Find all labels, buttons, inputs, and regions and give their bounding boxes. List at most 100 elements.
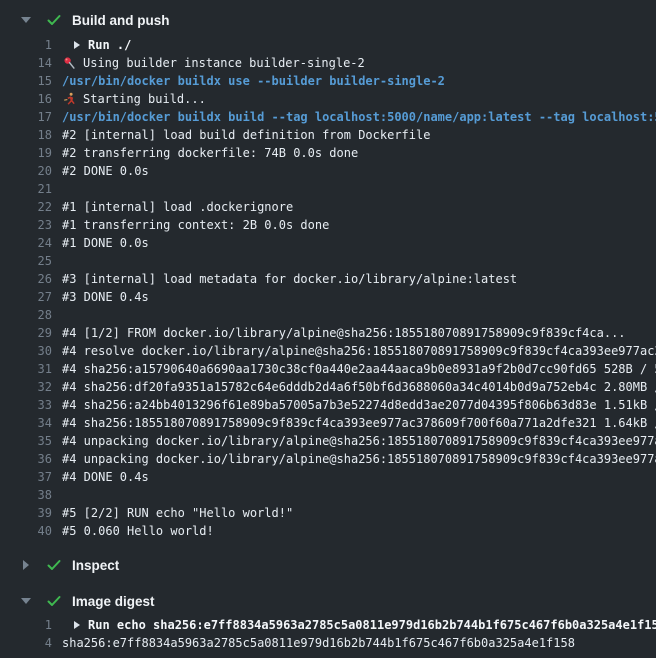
line-number[interactable]: 36 [0,450,52,468]
line-number[interactable]: 29 [0,324,52,342]
section-log-lines: 1 Run echo sha256:e7ff8834a5963a2785c5a08… [0,616,656,656]
line-content: #4 unpacking docker.io/library/alpine@sh… [52,432,656,450]
log-text: #1 DONE 0.0s [62,234,149,252]
log-text: #2 transferring dockerfile: 74B 0.0s don… [62,144,358,162]
line-number[interactable]: 24 [0,234,52,252]
line-number[interactable]: 17 [0,108,52,126]
line-content: Starting build... [52,90,656,108]
log-text: #4 unpacking docker.io/library/alpine@sh… [62,432,656,450]
chevron-down-icon[interactable] [20,595,32,607]
log-text: #2 [internal] load build definition from… [62,126,430,144]
line-number[interactable]: 1 [0,36,52,54]
log-line: 24 #1 DONE 0.0s [0,234,656,252]
section-title: Image digest [72,594,155,609]
log-text: /usr/bin/docker buildx build --tag local… [62,108,656,126]
log-line: 25 [0,252,656,270]
line-number[interactable]: 21 [0,180,52,198]
line-number[interactable]: 35 [0,432,52,450]
line-content: #2 DONE 0.0s [52,162,656,180]
line-content: #4 resolve docker.io/library/alpine@sha2… [52,342,656,360]
line-number[interactable]: 30 [0,342,52,360]
line-number[interactable]: 18 [0,126,52,144]
log-text: #4 resolve docker.io/library/alpine@sha2… [62,342,656,360]
line-number[interactable]: 20 [0,162,52,180]
log-line: 20#2 DONE 0.0s [0,162,656,180]
line-number[interactable]: 23 [0,216,52,234]
line-content: #1 [internal] load .dockerignore [52,198,656,216]
line-content: #5 0.060 Hello world! [52,522,656,540]
line-number[interactable]: 33 [0,396,52,414]
log-line: 18 #2 [internal] load build definition fr… [0,126,656,144]
line-number[interactable]: 37 [0,468,52,486]
log-line: 32 #4 sha256:df20fa9351a15782c64e6dddb2d4… [0,378,656,396]
check-icon [46,12,62,28]
line-number[interactable]: 19 [0,144,52,162]
log-text: sha256:e7ff8834a5963a2785c5a0811e979d16b… [62,634,575,652]
line-number[interactable]: 38 [0,486,52,504]
line-number[interactable]: 26 [0,270,52,288]
log-line: 22 #1 [internal] load .dockerignore [0,198,656,216]
section-header-inspect[interactable]: Inspect [0,550,656,580]
log-line: 33#4 sha256:a24bb4013296f61e89ba57005a7b… [0,396,656,414]
line-number[interactable]: 1 [0,616,52,634]
log-section-image-digest: Image digest 1 Run echo sha256:e7ff8834a59… [0,586,656,656]
pushpin-icon [62,56,76,70]
line-content: #4 sha256:a15790640a6690aa1730c38cf0a440… [52,360,656,378]
line-content: /usr/bin/docker buildx build --tag local… [52,108,656,126]
line-content: Using builder instance builder-single-2 [52,54,656,72]
log-line: 36 #4 unpacking docker.io/library/alpine@… [0,450,656,468]
line-number[interactable]: 39 [0,504,52,522]
log-text: #4 [1/2] FROM docker.io/library/alpine@s… [62,324,626,342]
section-header-image-digest[interactable]: Image digest [0,586,656,616]
line-number[interactable]: 27 [0,288,52,306]
log-line: 29 #4 [1/2] FROM docker.io/library/alpine… [0,324,656,342]
line-content: #2 transferring dockerfile: 74B 0.0s don… [52,144,656,162]
line-number[interactable]: 32 [0,378,52,396]
log-text: Run echo sha256:e7ff8834a5963a2785c5a081… [88,616,656,634]
log-line: 40#5 0.060 Hello world! [0,522,656,540]
workflow-log-viewer: Build and push1Run ./14Using builder ins… [0,0,656,658]
line-content: #3 [internal] load metadata for docker.i… [52,270,656,288]
line-number[interactable]: 28 [0,306,52,324]
line-number[interactable]: 31 [0,360,52,378]
log-text: #3 DONE 0.4s [62,288,149,306]
log-line: 30 #4 resolve docker.io/library/alpine@sh… [0,342,656,360]
check-icon [46,593,62,609]
log-line: 26#3 [internal] load metadata for docker… [0,270,656,288]
log-line: 14 Using builder instance builder-single-… [0,54,656,72]
log-text: #5 [2/2] RUN echo "Hello world!" [62,504,293,522]
log-line: 28 [0,306,656,324]
section-title: Inspect [72,558,119,573]
line-content: Run ./ [52,36,656,54]
line-number[interactable]: 34 [0,414,52,432]
section-header-build-and-push[interactable]: Build and push [0,4,656,36]
log-text: #4 sha256:185518070891758909c9f839cf4ca3… [62,414,656,432]
line-number[interactable]: 40 [0,522,52,540]
log-text: #1 [internal] load .dockerignore [62,198,293,216]
line-number[interactable]: 25 [0,252,52,270]
log-text: Run ./ [88,36,131,54]
line-number[interactable]: 15 [0,72,52,90]
log-line: 27 #3 DONE 0.4s [0,288,656,306]
line-content: #4 unpacking docker.io/library/alpine@sh… [52,450,656,468]
chevron-right-icon[interactable] [20,559,32,571]
log-line: 1 Run ./ [0,36,656,54]
log-text: #4 sha256:a15790640a6690aa1730c38cf0a440… [62,360,656,378]
line-number[interactable]: 22 [0,198,52,216]
line-content: Run echo sha256:e7ff8834a5963a2785c5a081… [52,616,656,634]
chevron-down-icon[interactable] [20,14,32,26]
log-text: #4 DONE 0.4s [62,468,149,486]
line-content: #3 DONE 0.4s [52,288,656,306]
expand-run-chevron-icon[interactable] [74,621,80,629]
line-number[interactable]: 16 [0,90,52,108]
line-number[interactable]: 14 [0,54,52,72]
log-text: #4 unpacking docker.io/library/alpine@sh… [62,450,656,468]
log-line: 34 #4 sha256:185518070891758909c9f839cf4c… [0,414,656,432]
log-text: #1 transferring context: 2B 0.0s done [62,216,329,234]
line-content: #2 [internal] load build definition from… [52,126,656,144]
line-number[interactable]: 4 [0,634,52,652]
log-section-build-and-push: Build and push1 Run ./ 14 Using builder ins… [0,4,656,544]
log-text: #4 sha256:df20fa9351a15782c64e6dddb2d4a6… [62,378,656,396]
expand-run-chevron-icon[interactable] [74,41,80,49]
log-text: Using builder instance builder-single-2 [83,54,365,72]
